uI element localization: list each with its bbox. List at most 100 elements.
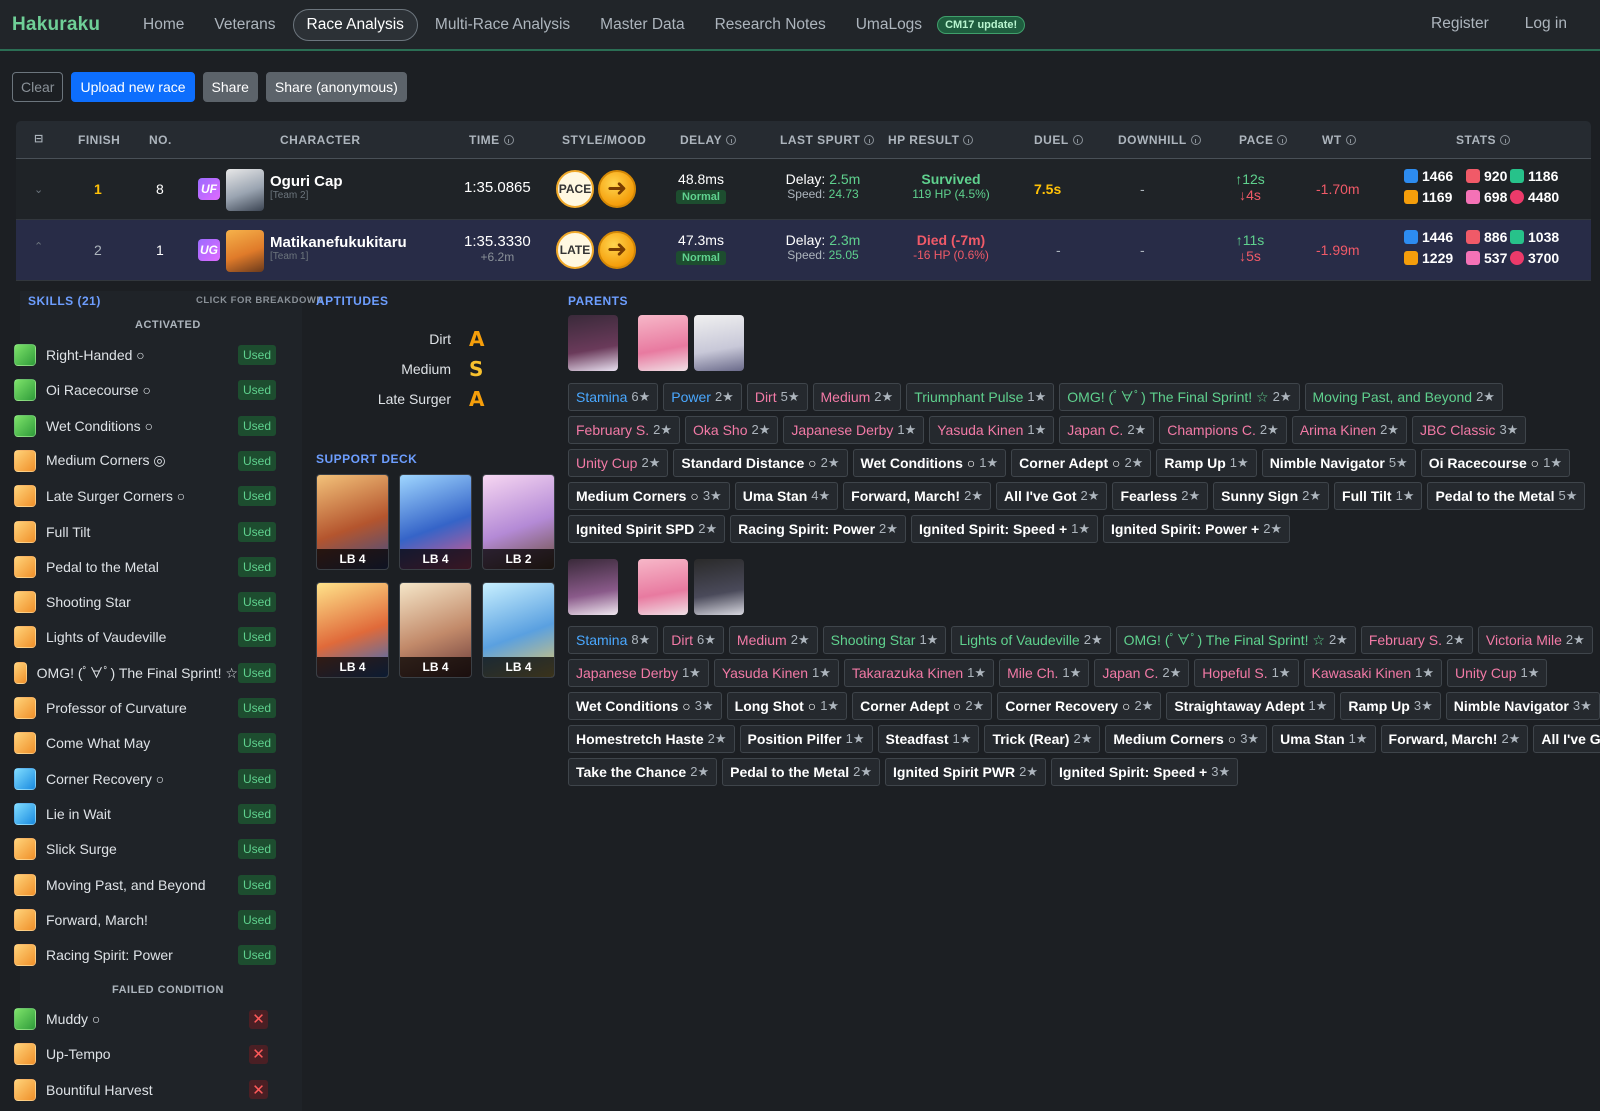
spark-badge[interactable]: Lights of Vaudeville 2★ xyxy=(951,626,1111,654)
spark-badge[interactable]: Arima Kinen 2★ xyxy=(1291,416,1407,444)
info-icon[interactable] xyxy=(1500,135,1511,145)
spark-badge[interactable]: Corner Recovery ○ 2★ xyxy=(997,692,1162,720)
spark-badge[interactable]: JBC Classic 3★ xyxy=(1411,416,1527,444)
spark-badge[interactable]: Fearless 2★ xyxy=(1112,482,1209,510)
upload-race-button[interactable]: Upload new race xyxy=(71,72,195,102)
spark-badge[interactable]: Oi Racecourse ○ 1★ xyxy=(1420,449,1571,477)
nav-home[interactable]: Home xyxy=(130,9,197,41)
support-card[interactable]: LB 4 xyxy=(316,582,389,678)
spark-badge[interactable]: Stamina 6★ xyxy=(568,383,659,411)
spark-badge[interactable]: Japan C. 2★ xyxy=(1094,659,1190,687)
skill-row[interactable]: Corner Recovery ○ Used xyxy=(14,765,276,793)
spark-badge[interactable]: Pedal to the Metal 2★ xyxy=(722,758,881,786)
spark-badge[interactable]: Champions C. 2★ xyxy=(1159,416,1287,444)
header-time[interactable]: Time xyxy=(469,133,514,147)
spark-badge[interactable]: Nimble Navigator 3★ xyxy=(1445,692,1600,720)
spark-badge[interactable]: Ignited Spirit: Speed +3★ xyxy=(1051,758,1239,786)
grandparent-avatar[interactable] xyxy=(694,315,744,371)
info-icon[interactable] xyxy=(864,135,875,145)
support-card[interactable]: LB 4 xyxy=(399,582,472,678)
spark-badge[interactable]: Victoria Mile 2★ xyxy=(1477,626,1593,654)
skill-row[interactable]: Full Tilt Used xyxy=(14,518,276,546)
header-last-spurt[interactable]: Last Spurt xyxy=(780,133,875,147)
header-delay[interactable]: Delay xyxy=(680,133,737,147)
spark-badge[interactable]: Corner Adept ○ 2★ xyxy=(1011,449,1152,477)
spark-badge[interactable]: Racing Spirit: Power 2★ xyxy=(730,515,906,543)
spark-badge[interactable]: Straightaway Adept 1★ xyxy=(1166,692,1336,720)
nav-master-data[interactable]: Master Data xyxy=(587,9,697,41)
spark-badge[interactable]: Power 2★ xyxy=(663,383,742,411)
spark-badge[interactable]: Position Pilfer 1★ xyxy=(739,725,873,753)
spark-badge[interactable]: Shooting Star 1★ xyxy=(822,626,947,654)
spark-badge[interactable]: Homestretch Haste 2★ xyxy=(568,725,735,753)
spark-badge[interactable]: Trick (Rear) 2★ xyxy=(984,725,1101,753)
support-card[interactable]: LB 4 xyxy=(316,474,389,570)
spark-badge[interactable]: Ramp Up 3★ xyxy=(1340,692,1441,720)
header-downhill[interactable]: Downhill xyxy=(1118,133,1201,147)
spark-badge[interactable]: Hopeful S. 1★ xyxy=(1194,659,1299,687)
skill-row[interactable]: Professor of Curvature Used xyxy=(14,694,276,722)
spark-badge[interactable]: All I've Got1★ xyxy=(1533,725,1600,753)
spark-badge[interactable]: Long Shot ○ 1★ xyxy=(726,692,848,720)
skill-row[interactable]: Pedal to the Metal Used xyxy=(14,553,276,581)
spark-badge[interactable]: Japan C. 2★ xyxy=(1059,416,1155,444)
header-finish[interactable]: Finish xyxy=(78,133,120,147)
spark-badge[interactable]: Ramp Up 1★ xyxy=(1156,449,1257,477)
spark-badge[interactable]: Dirt 6★ xyxy=(663,626,724,654)
spark-badge[interactable]: Japanese Derby 1★ xyxy=(783,416,925,444)
nav-login[interactable]: Log in xyxy=(1512,8,1580,40)
spark-badge[interactable]: Unity Cup 1★ xyxy=(1447,659,1548,687)
parent-avatar[interactable] xyxy=(568,315,618,371)
spark-badge[interactable]: Sunny Sign 2★ xyxy=(1213,482,1330,510)
skill-row[interactable]: Slick Surge Used xyxy=(14,835,276,863)
grandparent-avatar[interactable] xyxy=(638,559,688,615)
spark-badge[interactable]: Corner Adept ○ 2★ xyxy=(852,692,993,720)
spark-badge[interactable]: Steadfast 1★ xyxy=(877,725,980,753)
spark-badge[interactable]: Moving Past, and Beyond 2★ xyxy=(1304,383,1503,411)
spark-badge[interactable]: Ignited Spirit: Speed +1★ xyxy=(910,515,1099,543)
support-card[interactable]: LB 4 xyxy=(399,474,472,570)
table-row[interactable]: ⌄ 1 8 UF Oguri Cap [Team 2] 1:35.0865 PA… xyxy=(16,159,1591,220)
spark-badge[interactable]: February S. 2★ xyxy=(1360,626,1473,654)
skill-row[interactable]: OMG! (ﾟ∀ﾟ) The Final Sprint! ☆ Used xyxy=(14,659,276,687)
spark-badge[interactable]: Medium Corners ○ 3★ xyxy=(1105,725,1268,753)
nav-umalogs[interactable]: UmaLogs xyxy=(843,9,935,41)
skill-row[interactable]: Shooting Star Used xyxy=(14,588,276,616)
spark-badge[interactable]: Oka Sho 2★ xyxy=(685,416,779,444)
spark-badge[interactable]: Kawasaki Kinen 1★ xyxy=(1303,659,1443,687)
spark-badge[interactable]: February S. 2★ xyxy=(568,416,681,444)
failed-skill-row[interactable]: Up-Tempo ✕ xyxy=(14,1040,276,1068)
spark-badge[interactable]: Medium Corners ○ 3★ xyxy=(568,482,730,510)
skill-row[interactable]: Come What May Used xyxy=(14,729,276,757)
spark-badge[interactable]: Ignited Spirit SPD 2★ xyxy=(568,515,726,543)
info-icon[interactable] xyxy=(503,135,514,145)
spark-badge[interactable]: Forward, March! 2★ xyxy=(843,482,991,510)
spark-badge[interactable]: Triumphant Pulse 1★ xyxy=(906,383,1055,411)
skill-row[interactable]: Wet Conditions ○ Used xyxy=(14,412,276,440)
header-no[interactable]: No. xyxy=(149,133,172,147)
spark-badge[interactable]: Pedal to the Metal 5★ xyxy=(1427,482,1586,510)
spark-badge[interactable]: Ignited Spirit: Power +2★ xyxy=(1103,515,1291,543)
chevron-down-icon[interactable]: ⌄ xyxy=(34,183,43,196)
header-hp-result[interactable]: HP Result xyxy=(888,133,974,147)
support-card[interactable]: LB 2 xyxy=(482,474,555,570)
nav-research-notes[interactable]: Research Notes xyxy=(702,9,839,41)
brand-logo[interactable]: Hakuraku xyxy=(12,14,130,36)
spark-badge[interactable]: Forward, March! 2★ xyxy=(1380,725,1529,753)
spark-badge[interactable]: Dirt 5★ xyxy=(746,383,808,411)
chevron-up-icon[interactable]: ⌃ xyxy=(34,240,43,253)
spark-badge[interactable]: Yasuda Kinen 1★ xyxy=(713,659,839,687)
spark-badge[interactable]: Unity Cup 2★ xyxy=(568,449,669,477)
share-anonymous-button[interactable]: Share (anonymous) xyxy=(265,72,407,102)
nav-race-analysis[interactable]: Race Analysis xyxy=(292,8,418,41)
table-row[interactable]: ⌃ 2 1 UG Matikanefukukitaru [Team 1] 1:3… xyxy=(16,220,1591,281)
spark-badge[interactable]: Medium 2★ xyxy=(812,383,902,411)
skill-row[interactable]: Late Surger Corners ○ Used xyxy=(14,482,276,510)
nav-multi-race-analysis[interactable]: Multi-Race Analysis xyxy=(422,9,583,41)
info-icon[interactable] xyxy=(1072,135,1083,145)
spark-badge[interactable]: OMG! (ﾟ∀ﾟ) The Final Sprint! ☆ 2★ xyxy=(1115,626,1356,654)
grandparent-avatar[interactable] xyxy=(638,315,688,371)
spark-badge[interactable]: Uma Stan 4★ xyxy=(734,482,839,510)
share-button[interactable]: Share xyxy=(202,72,258,102)
spark-badge[interactable]: Uma Stan 1★ xyxy=(1272,725,1376,753)
